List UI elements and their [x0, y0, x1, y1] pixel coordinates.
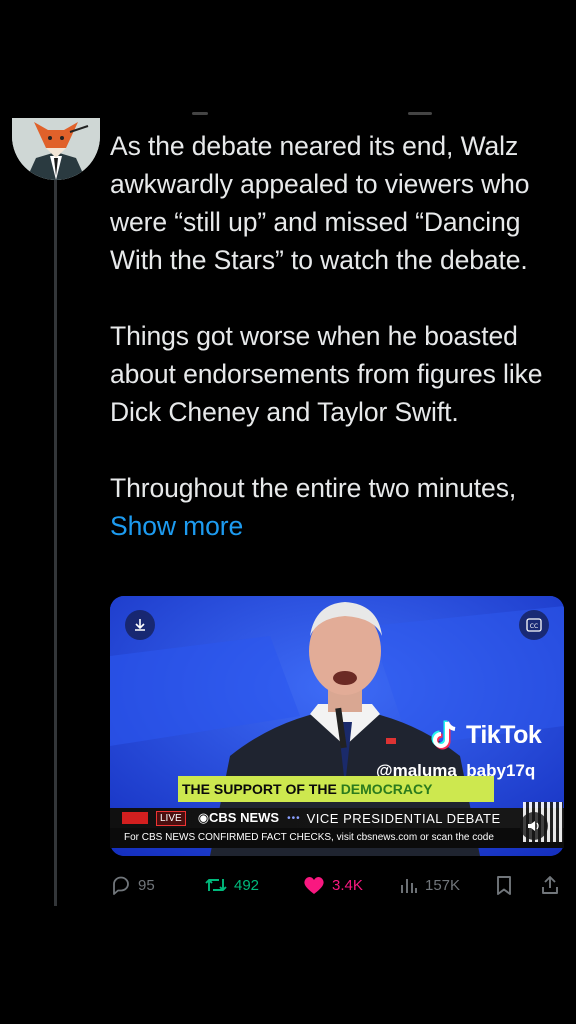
- bookmark-button[interactable]: [494, 872, 514, 898]
- fact-check-bar: For CBS NEWS CONFIRMED FACT CHECKS, visi…: [110, 828, 564, 848]
- caption-highlight: DEMOCRACY: [340, 781, 433, 797]
- program-title: VICE PRESIDENTIAL DEBATE: [306, 810, 501, 826]
- cropped-header: [192, 112, 432, 116]
- news-ticker: LIVE ◉CBS NEWS ••• VICE PRESIDENTIAL DEB…: [110, 808, 564, 828]
- svg-text:CC: CC: [530, 623, 538, 630]
- download-icon: [135, 619, 145, 631]
- closed-captions-icon: CC: [526, 618, 542, 632]
- share-button[interactable]: [540, 872, 560, 898]
- views-count: 157K: [425, 876, 461, 894]
- tweet-paragraph: As the debate neared its end, Walz awkwa…: [110, 131, 530, 275]
- thread-line: [54, 178, 57, 906]
- reply-count: 95: [138, 876, 155, 894]
- tiktok-note-icon: [431, 720, 456, 750]
- download-button[interactable]: [125, 610, 155, 640]
- captions-button[interactable]: CC: [519, 610, 549, 640]
- ticker-dots: •••: [287, 812, 301, 824]
- views-icon: [401, 879, 417, 893]
- show-more-link[interactable]: Show more: [110, 511, 243, 541]
- cbs-red-bar: [122, 812, 148, 824]
- share-icon: [542, 876, 558, 894]
- caption-prefix: THE SUPPORT OF THE: [182, 781, 341, 797]
- tweet-body: As the debate neared its end, Walz awkwa…: [110, 127, 565, 583]
- tweet-paragraph: Throughout the entire two minutes,: [110, 473, 517, 503]
- heart-icon: [304, 877, 324, 894]
- volume-icon: [528, 821, 539, 831]
- network-label: CBS NEWS: [209, 810, 280, 825]
- reply-button[interactable]: 95: [110, 872, 155, 898]
- retweet-count: 492: [234, 876, 260, 894]
- views-button[interactable]: 157K: [399, 872, 460, 898]
- reply-icon: [113, 876, 129, 895]
- network-name: ◉CBS NEWS: [197, 810, 280, 825]
- like-count: 3.4K: [332, 876, 363, 894]
- screen: As the debate neared its end, Walz awkwa…: [0, 0, 576, 1024]
- avatar-fox-icon: [12, 118, 100, 180]
- tiktok-brand: TikTok: [466, 720, 542, 749]
- avatar[interactable]: [12, 118, 100, 180]
- live-badge: LIVE: [156, 810, 186, 826]
- retweet-button[interactable]: 492: [204, 872, 259, 898]
- like-button[interactable]: 3.4K: [302, 872, 363, 898]
- tiktok-watermark: TikTok: [428, 718, 542, 752]
- tweet-paragraph-last: Throughout the entire two minutes, Show …: [110, 469, 565, 545]
- bookmark-icon: [497, 876, 511, 895]
- mute-button[interactable]: [520, 812, 548, 840]
- tweet-paragraph: Things got worse when he boasted about e…: [110, 321, 543, 427]
- tweet-actions: 95 492 3.4K 157K: [110, 872, 566, 898]
- video-caption: THE SUPPORT OF THE DEMOCRACY: [178, 776, 494, 802]
- retweet-icon: [205, 879, 227, 891]
